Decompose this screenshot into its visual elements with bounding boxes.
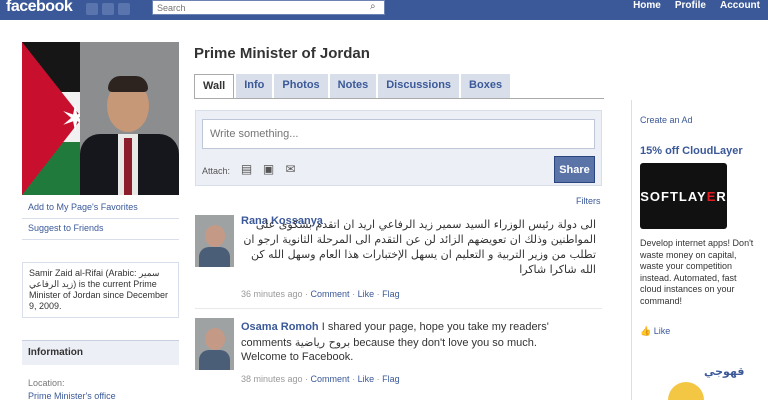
location-value[interactable]: Prime Minister's office (28, 391, 116, 400)
wall-post: Osama Romoh I shared your page, hope you… (195, 318, 602, 398)
ad-title[interactable]: 15% off CloudLayer (640, 145, 743, 157)
avatar[interactable] (195, 215, 234, 267)
post-text-line3: Welcome to Facebook. (241, 351, 354, 363)
post-meta: 36 minutes ago · Comment · Like · Flag (241, 289, 400, 299)
nav-profile[interactable]: Profile (675, 0, 706, 11)
tab-photos[interactable]: Photos (274, 74, 328, 99)
video-attach-icon[interactable]: ▣ (262, 161, 275, 177)
messages-icon[interactable] (102, 3, 114, 15)
tab-wall[interactable]: Wall (194, 74, 235, 99)
top-nav: Home Profile Account (633, 0, 760, 11)
post-text-line2: comments (241, 337, 292, 349)
comment-link[interactable]: Comment (311, 289, 350, 299)
avatar[interactable] (195, 318, 234, 370)
tab-boxes[interactable]: Boxes (461, 74, 511, 99)
search-input[interactable] (152, 0, 385, 15)
flag-link[interactable]: Flag (382, 374, 400, 384)
tab-info[interactable]: Info (236, 74, 273, 99)
profile-tabs: Wall Info Photos Notes Discussions Boxes (194, 74, 511, 99)
notifications-icon[interactable] (118, 3, 130, 15)
flag-link[interactable]: Flag (382, 289, 400, 299)
attach-label: Attach: (202, 166, 231, 176)
tab-discussions[interactable]: Discussions (378, 74, 460, 99)
like-link[interactable]: Like (358, 289, 375, 299)
ad-like-link[interactable]: 👍 Like (640, 326, 670, 337)
page-title: Prime Minister of Jordan (194, 45, 370, 62)
location-label: Location: (28, 378, 65, 388)
share-button[interactable]: Share (554, 156, 595, 183)
nav-home[interactable]: Home (633, 0, 661, 11)
create-ad-link[interactable]: Create an Ad (640, 115, 693, 125)
publisher: Attach: ▤ ▣ ✉ Share (195, 110, 602, 186)
wall-post: Rana Kossanya الى دولة رئيس الوزراء السي… (195, 215, 602, 305)
tab-notes[interactable]: Notes (329, 74, 377, 99)
post-text-line2-tail: because they don't love you so much. (353, 337, 537, 349)
softlayer-ad-image[interactable]: SOFTLAY E R (640, 163, 727, 229)
thumbs-up-icon: 👍 (640, 326, 652, 336)
information-heading: Information (22, 340, 179, 365)
ad-text: Develop internet apps! Don't waste money… (640, 238, 754, 306)
comment-link[interactable]: Comment (311, 374, 350, 384)
search-icon[interactable]: ⌕ (370, 1, 382, 13)
post-meta: 38 minutes ago · Comment · Like · Flag (241, 374, 400, 384)
post-time: 36 minutes ago (241, 289, 303, 299)
add-to-favorites-link[interactable]: Add to My Page's Favorites (28, 202, 138, 212)
friend-requests-icon[interactable] (86, 3, 98, 15)
link-attach-icon[interactable]: ✉ (284, 161, 297, 177)
post-time: 38 minutes ago (241, 374, 303, 384)
suggest-to-friends-link[interactable]: Suggest to Friends (28, 223, 104, 233)
post-text-line1: I shared your page, hope you take my rea… (321, 321, 549, 333)
post-author[interactable]: Osama Romoh (241, 321, 319, 333)
post-text-arabic: بروح رياضية (294, 336, 351, 349)
notification-icons (86, 3, 130, 15)
ad2-image[interactable] (668, 382, 704, 400)
about-box: Samir Zaid al-Rifai (Arabic: سمير زيد ال… (22, 262, 179, 318)
top-bar: facebook ⌕ Home Profile Account (0, 0, 768, 20)
ad2-title[interactable]: قهوجي (704, 365, 744, 378)
nav-account[interactable]: Account (720, 0, 760, 11)
filters-link[interactable]: Filters (576, 196, 601, 206)
like-link[interactable]: Like (358, 374, 375, 384)
photo-attach-icon[interactable]: ▤ (240, 161, 253, 177)
facebook-logo[interactable]: facebook (6, 0, 73, 16)
post-text: الى دولة رئيس الوزراء السيد سمير زيد الر… (243, 218, 596, 276)
profile-picture[interactable]: ✶ (22, 42, 179, 195)
status-input[interactable] (202, 119, 595, 149)
